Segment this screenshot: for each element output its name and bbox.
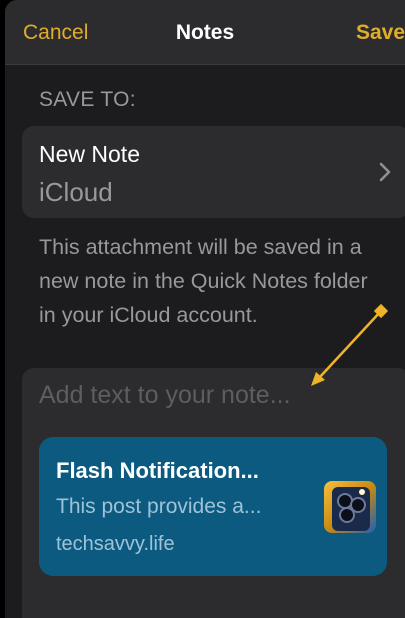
note-text-input[interactable] bbox=[39, 378, 389, 412]
link-title: Flash Notification... bbox=[56, 458, 259, 483]
navigation-bar: Cancel Notes Save bbox=[5, 0, 405, 65]
destination-account: iCloud bbox=[39, 177, 113, 207]
link-domain: techsavvy.life bbox=[56, 533, 175, 555]
save-to-header: SAVE TO: bbox=[39, 88, 136, 111]
compose-area: Flash Notification... This post provides… bbox=[22, 368, 405, 618]
destination-selector[interactable]: New Note iCloud bbox=[22, 126, 405, 218]
link-description: This post provides a... bbox=[56, 495, 262, 518]
link-preview-card[interactable]: Flash Notification... This post provides… bbox=[39, 437, 387, 576]
info-description: This attachment will be saved in a new n… bbox=[39, 235, 368, 327]
chevron-right-icon bbox=[379, 162, 391, 182]
destination-title: New Note bbox=[39, 141, 140, 167]
link-thumbnail bbox=[324, 481, 376, 533]
share-sheet: Cancel Notes Save SAVE TO: New Note iClo… bbox=[5, 0, 405, 618]
save-button[interactable]: Save bbox=[356, 21, 405, 45]
sheet-title: Notes bbox=[175, 21, 235, 44]
